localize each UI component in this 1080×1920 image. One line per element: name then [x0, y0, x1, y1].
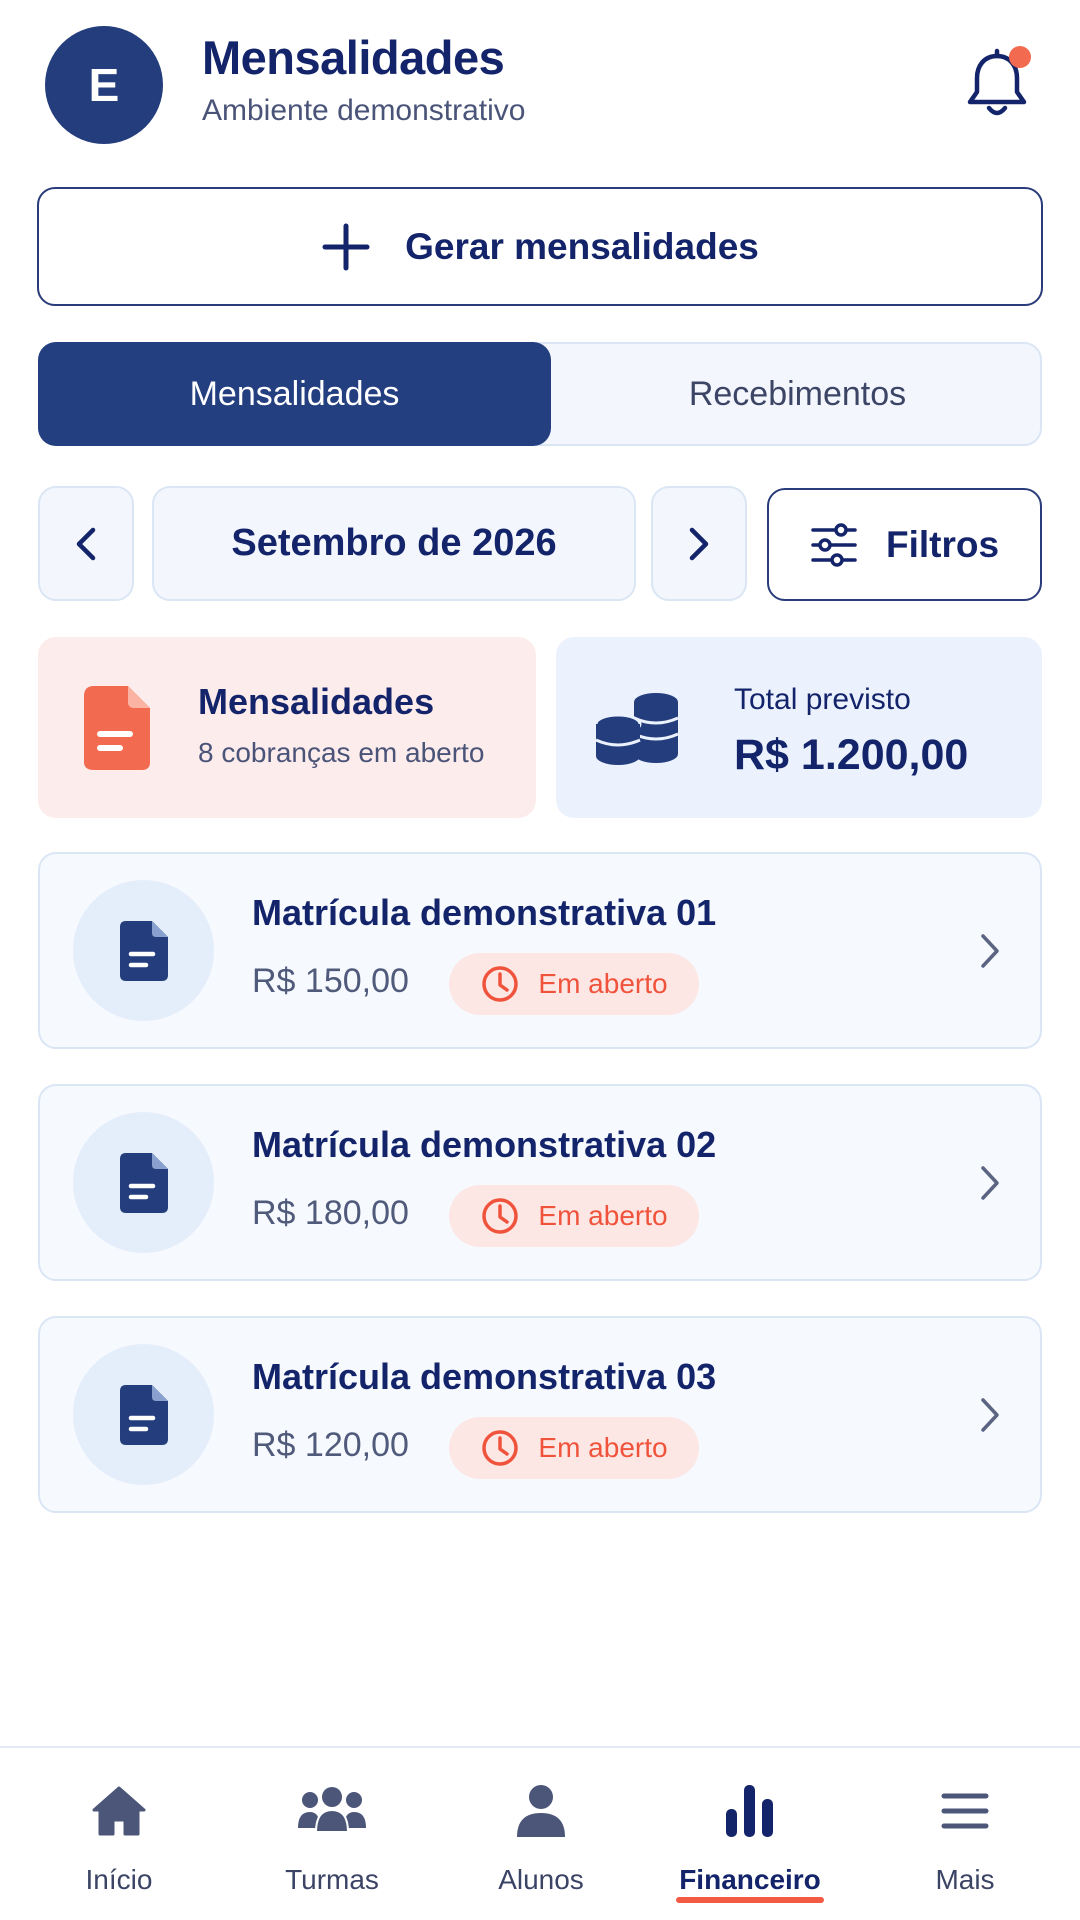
chevron-right-icon	[978, 1164, 1002, 1202]
active-nav-indicator	[676, 1897, 824, 1903]
item-amount: R$ 150,00	[252, 962, 409, 1000]
document-icon	[73, 1112, 214, 1253]
current-month-label: Setembro de 2026	[152, 486, 636, 601]
tab-mensalidades[interactable]: Mensalidades	[38, 342, 551, 446]
clock-icon	[480, 964, 520, 1004]
previous-month-button[interactable]	[38, 486, 134, 601]
page-title: Mensalidades	[202, 31, 505, 84]
charges-summary-subtitle: 8 cobranças em aberto	[198, 737, 485, 768]
nav-item-alunos[interactable]: Alunos	[433, 1748, 649, 1920]
chevron-right-icon	[978, 1396, 1002, 1434]
next-month-button[interactable]	[651, 486, 747, 601]
document-icon	[73, 1344, 214, 1485]
page-subtitle: Ambiente demonstrativo	[202, 94, 526, 127]
list-item[interactable]: Matrícula demonstrativa 02 R$ 180,00 Em …	[38, 1084, 1042, 1281]
plus-icon	[321, 222, 371, 272]
sliders-icon	[810, 521, 858, 569]
home-icon	[11, 1781, 227, 1841]
nav-item-label: Financeiro	[679, 1864, 821, 1895]
status-label: Em aberto	[538, 1432, 668, 1463]
total-summary-card: Total previsto R$ 1.200,00	[556, 637, 1042, 818]
segmented-tabs: Mensalidades Recebimentos	[38, 342, 1042, 446]
status-label: Em aberto	[538, 1200, 668, 1231]
nav-item-label: Início	[85, 1864, 153, 1895]
generate-fees-label: Gerar mensalidades	[405, 225, 759, 267]
item-amount: R$ 180,00	[252, 1194, 409, 1232]
tab-recebimentos[interactable]: Recebimentos	[551, 342, 1044, 446]
nav-item-label: Turmas	[285, 1864, 379, 1895]
nav-item-label: Mais	[935, 1864, 995, 1895]
status-badge: Em aberto	[449, 953, 699, 1015]
avatar[interactable]: E	[45, 26, 163, 144]
bottom-navigation: Início Turmas Alunos Financeiro Mais	[0, 1746, 1080, 1920]
coins-icon	[594, 690, 680, 766]
list-item[interactable]: Matrícula demonstrativa 03 R$ 120,00 Em …	[38, 1316, 1042, 1513]
nav-item-mais[interactable]: Mais	[857, 1748, 1073, 1920]
status-label: Em aberto	[538, 968, 668, 999]
person-icon	[433, 1781, 649, 1841]
nav-item-turmas[interactable]: Turmas	[224, 1748, 440, 1920]
item-name: Matrícula demonstrativa 01	[252, 892, 717, 933]
item-name: Matrícula demonstrativa 03	[252, 1356, 717, 1397]
status-badge: Em aberto	[449, 1417, 699, 1479]
list-item[interactable]: Matrícula demonstrativa 01 R$ 150,00 Em …	[38, 852, 1042, 1049]
clock-icon	[480, 1196, 520, 1236]
total-summary-label: Total previsto	[734, 683, 911, 716]
charges-summary-title: Mensalidades	[198, 681, 435, 722]
notification-dot	[1009, 46, 1031, 68]
bar-chart-icon	[642, 1781, 858, 1841]
nav-item-inicio[interactable]: Início	[11, 1748, 227, 1920]
chevron-right-icon	[686, 526, 712, 562]
document-icon	[73, 880, 214, 1021]
document-icon	[82, 684, 152, 772]
group-icon	[224, 1781, 440, 1841]
nav-item-label: Alunos	[498, 1864, 584, 1895]
menu-icon	[857, 1781, 1073, 1841]
status-badge: Em aberto	[449, 1185, 699, 1247]
nav-item-financeiro[interactable]: Financeiro	[642, 1748, 858, 1920]
chevron-right-icon	[978, 932, 1002, 970]
item-name: Matrícula demonstrativa 02	[252, 1124, 717, 1165]
chevron-left-icon	[73, 526, 99, 562]
generate-fees-button[interactable]: Gerar mensalidades	[37, 187, 1043, 306]
charges-summary-card: Mensalidades 8 cobranças em aberto	[38, 637, 536, 818]
item-amount: R$ 120,00	[252, 1426, 409, 1464]
total-summary-value: R$ 1.200,00	[734, 731, 969, 779]
filters-button[interactable]: Filtros	[767, 488, 1042, 601]
filters-label: Filtros	[885, 523, 1000, 565]
app-header: E Mensalidades Ambiente demonstrativo	[0, 0, 1080, 170]
clock-icon	[480, 1428, 520, 1468]
